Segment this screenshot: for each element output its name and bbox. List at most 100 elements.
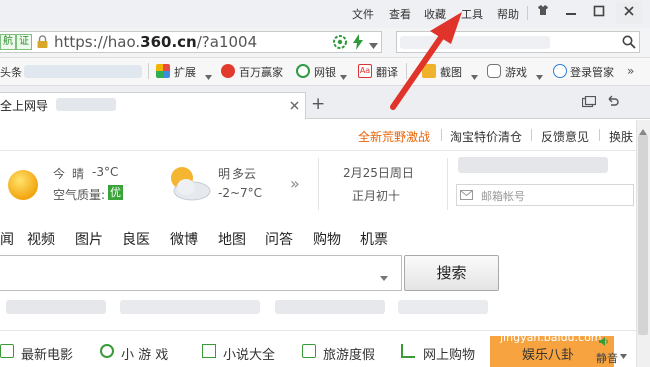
search-history-dropdown-icon[interactable] [380, 270, 388, 284]
web-search-input[interactable] [0, 255, 402, 291]
weather-today-label: 今 [53, 167, 66, 181]
security-shield-icon[interactable] [333, 35, 347, 52]
bookmark-bank[interactable]: 网银 [314, 64, 336, 80]
hot-words-blurred [275, 300, 385, 314]
bookmark-extensions[interactable]: 扩展 [174, 64, 196, 80]
game-icon [100, 344, 114, 358]
search-button[interactable]: 搜索 [404, 255, 499, 291]
bookmark-login-manager[interactable]: 登录管家 [570, 64, 614, 80]
aqi-label: 空气质量: [53, 188, 106, 202]
bookmark-screenshot[interactable]: 截图 [440, 64, 462, 80]
book-icon [202, 344, 216, 358]
url-text[interactable]: https://hao.360.cn/?a1004 [54, 33, 257, 51]
extensions-icon [156, 64, 170, 78]
bookmark-toutiao[interactable]: 头条 [0, 64, 22, 80]
hot-words-blurred [398, 300, 488, 314]
mail-placeholder: 邮箱帐号 [481, 190, 525, 203]
menu-help[interactable]: 帮助 [497, 6, 519, 22]
menu-view[interactable]: 查看 [389, 6, 411, 22]
bookmark-winner[interactable]: 百万赢家 [239, 64, 283, 80]
bookmark-divider-2 [406, 63, 407, 79]
extensions-dropdown-icon[interactable] [205, 69, 212, 83]
menu-tools[interactable]: 工具 [461, 6, 483, 22]
bookmark-translate[interactable]: 翻译 [376, 64, 398, 80]
date-divider [447, 158, 448, 210]
search-icon[interactable] [622, 35, 636, 52]
winner-icon [221, 64, 235, 78]
category-mini-games[interactable]: 小 游 戏 [121, 344, 168, 363]
tab-close-icon[interactable] [290, 99, 299, 113]
bookmark-blurred [24, 65, 142, 78]
hot-words-blurred [6, 300, 106, 314]
cert-badge: 证 [16, 34, 32, 50]
link-wild-battle[interactable]: 全新荒野激战 [358, 128, 430, 145]
login-manager-icon [553, 64, 567, 78]
link-change-skin[interactable]: 换肤 [609, 128, 633, 145]
nav-flights[interactable]: 机票 [360, 229, 388, 249]
weather-tomorrow-desc: 多云 [232, 167, 257, 181]
movie-icon [0, 344, 14, 358]
weather-today-temp: -3°C [92, 165, 119, 179]
category-movies[interactable]: 最新电影 [21, 344, 73, 363]
cart-icon [401, 344, 415, 358]
close-icon[interactable] [616, 2, 642, 24]
new-tab-button[interactable]: + [311, 94, 325, 114]
cloudy-icon [166, 164, 212, 207]
scroll-thumb[interactable] [638, 135, 648, 335]
bank-shield-icon [296, 64, 310, 78]
nav-news[interactable]: 闻 [0, 229, 14, 249]
category-shopping[interactable]: 网上购物 [423, 344, 475, 363]
tab-title: 全上网导 [0, 99, 49, 113]
more-bookmarks-icon[interactable]: » [627, 64, 634, 78]
nav-weibo[interactable]: 微博 [170, 229, 198, 249]
screenshot-icon [422, 64, 436, 78]
category-travel[interactable]: 旅游度假 [323, 344, 375, 363]
minimize-icon[interactable] [558, 2, 584, 24]
header-divider [0, 150, 636, 151]
skin-icon[interactable] [530, 2, 556, 24]
weather-divider [318, 158, 319, 210]
bookmark-games[interactable]: 游戏 [505, 64, 527, 80]
nav-map[interactable]: 地图 [218, 229, 246, 249]
link-taobao-clearance[interactable]: 淘宝特价清仓 [450, 128, 522, 145]
category-entertainment[interactable]: 娱乐八卦 [522, 344, 574, 363]
solar-date: 2月25日周日 [343, 166, 414, 180]
sun-icon [4, 166, 42, 207]
undo-close-tab-icon[interactable] [606, 95, 619, 111]
browser-window: 文件 查看 收藏 工具 帮助 航 证 https://hao.360.cn/?a… [0, 0, 650, 367]
speed-mode-icon[interactable] [352, 34, 364, 53]
nav-doctor[interactable]: 良医 [122, 229, 150, 249]
menu-divider [527, 6, 528, 20]
tab-list-icon[interactable] [581, 95, 597, 111]
bank-dropdown-icon[interactable] [340, 69, 347, 83]
volume-dropdown-icon[interactable] [620, 348, 627, 362]
user-info-blurred [458, 157, 608, 173]
menu-file[interactable]: 文件 [352, 6, 374, 22]
nav-images[interactable]: 图片 [75, 229, 103, 249]
category-novels[interactable]: 小说大全 [223, 344, 275, 363]
nav-video[interactable]: 视频 [27, 229, 55, 249]
travel-icon [302, 344, 316, 358]
weather-tomorrow-label: 明 [218, 167, 231, 181]
speaker-icon[interactable] [598, 336, 610, 350]
weather-today-desc: 晴 [72, 167, 85, 181]
toplink-divider [441, 129, 442, 141]
mail-icon [460, 189, 473, 203]
tab-title-blurred [56, 98, 116, 111]
translate-icon: Aa [358, 64, 372, 78]
games-dropdown-icon[interactable] [536, 69, 543, 83]
toplink-divider [599, 129, 600, 141]
url-suffix: /?a1004 [196, 33, 258, 51]
nav-shopping[interactable]: 购物 [313, 229, 341, 249]
menu-favorites[interactable]: 收藏 [424, 6, 446, 22]
screenshot-dropdown-icon[interactable] [471, 69, 478, 83]
url-dropdown-icon[interactable] [369, 38, 378, 52]
mute-label[interactable]: 静音 [596, 350, 618, 366]
link-feedback[interactable]: 反馈意见 [541, 128, 589, 145]
weather-more-icon[interactable]: » [290, 174, 300, 193]
search-engine-blurred [400, 36, 550, 49]
url-prefix: https://hao. [54, 33, 141, 51]
toplink-divider [531, 129, 532, 141]
maximize-icon[interactable] [586, 2, 612, 24]
nav-qa[interactable]: 问答 [265, 229, 293, 249]
